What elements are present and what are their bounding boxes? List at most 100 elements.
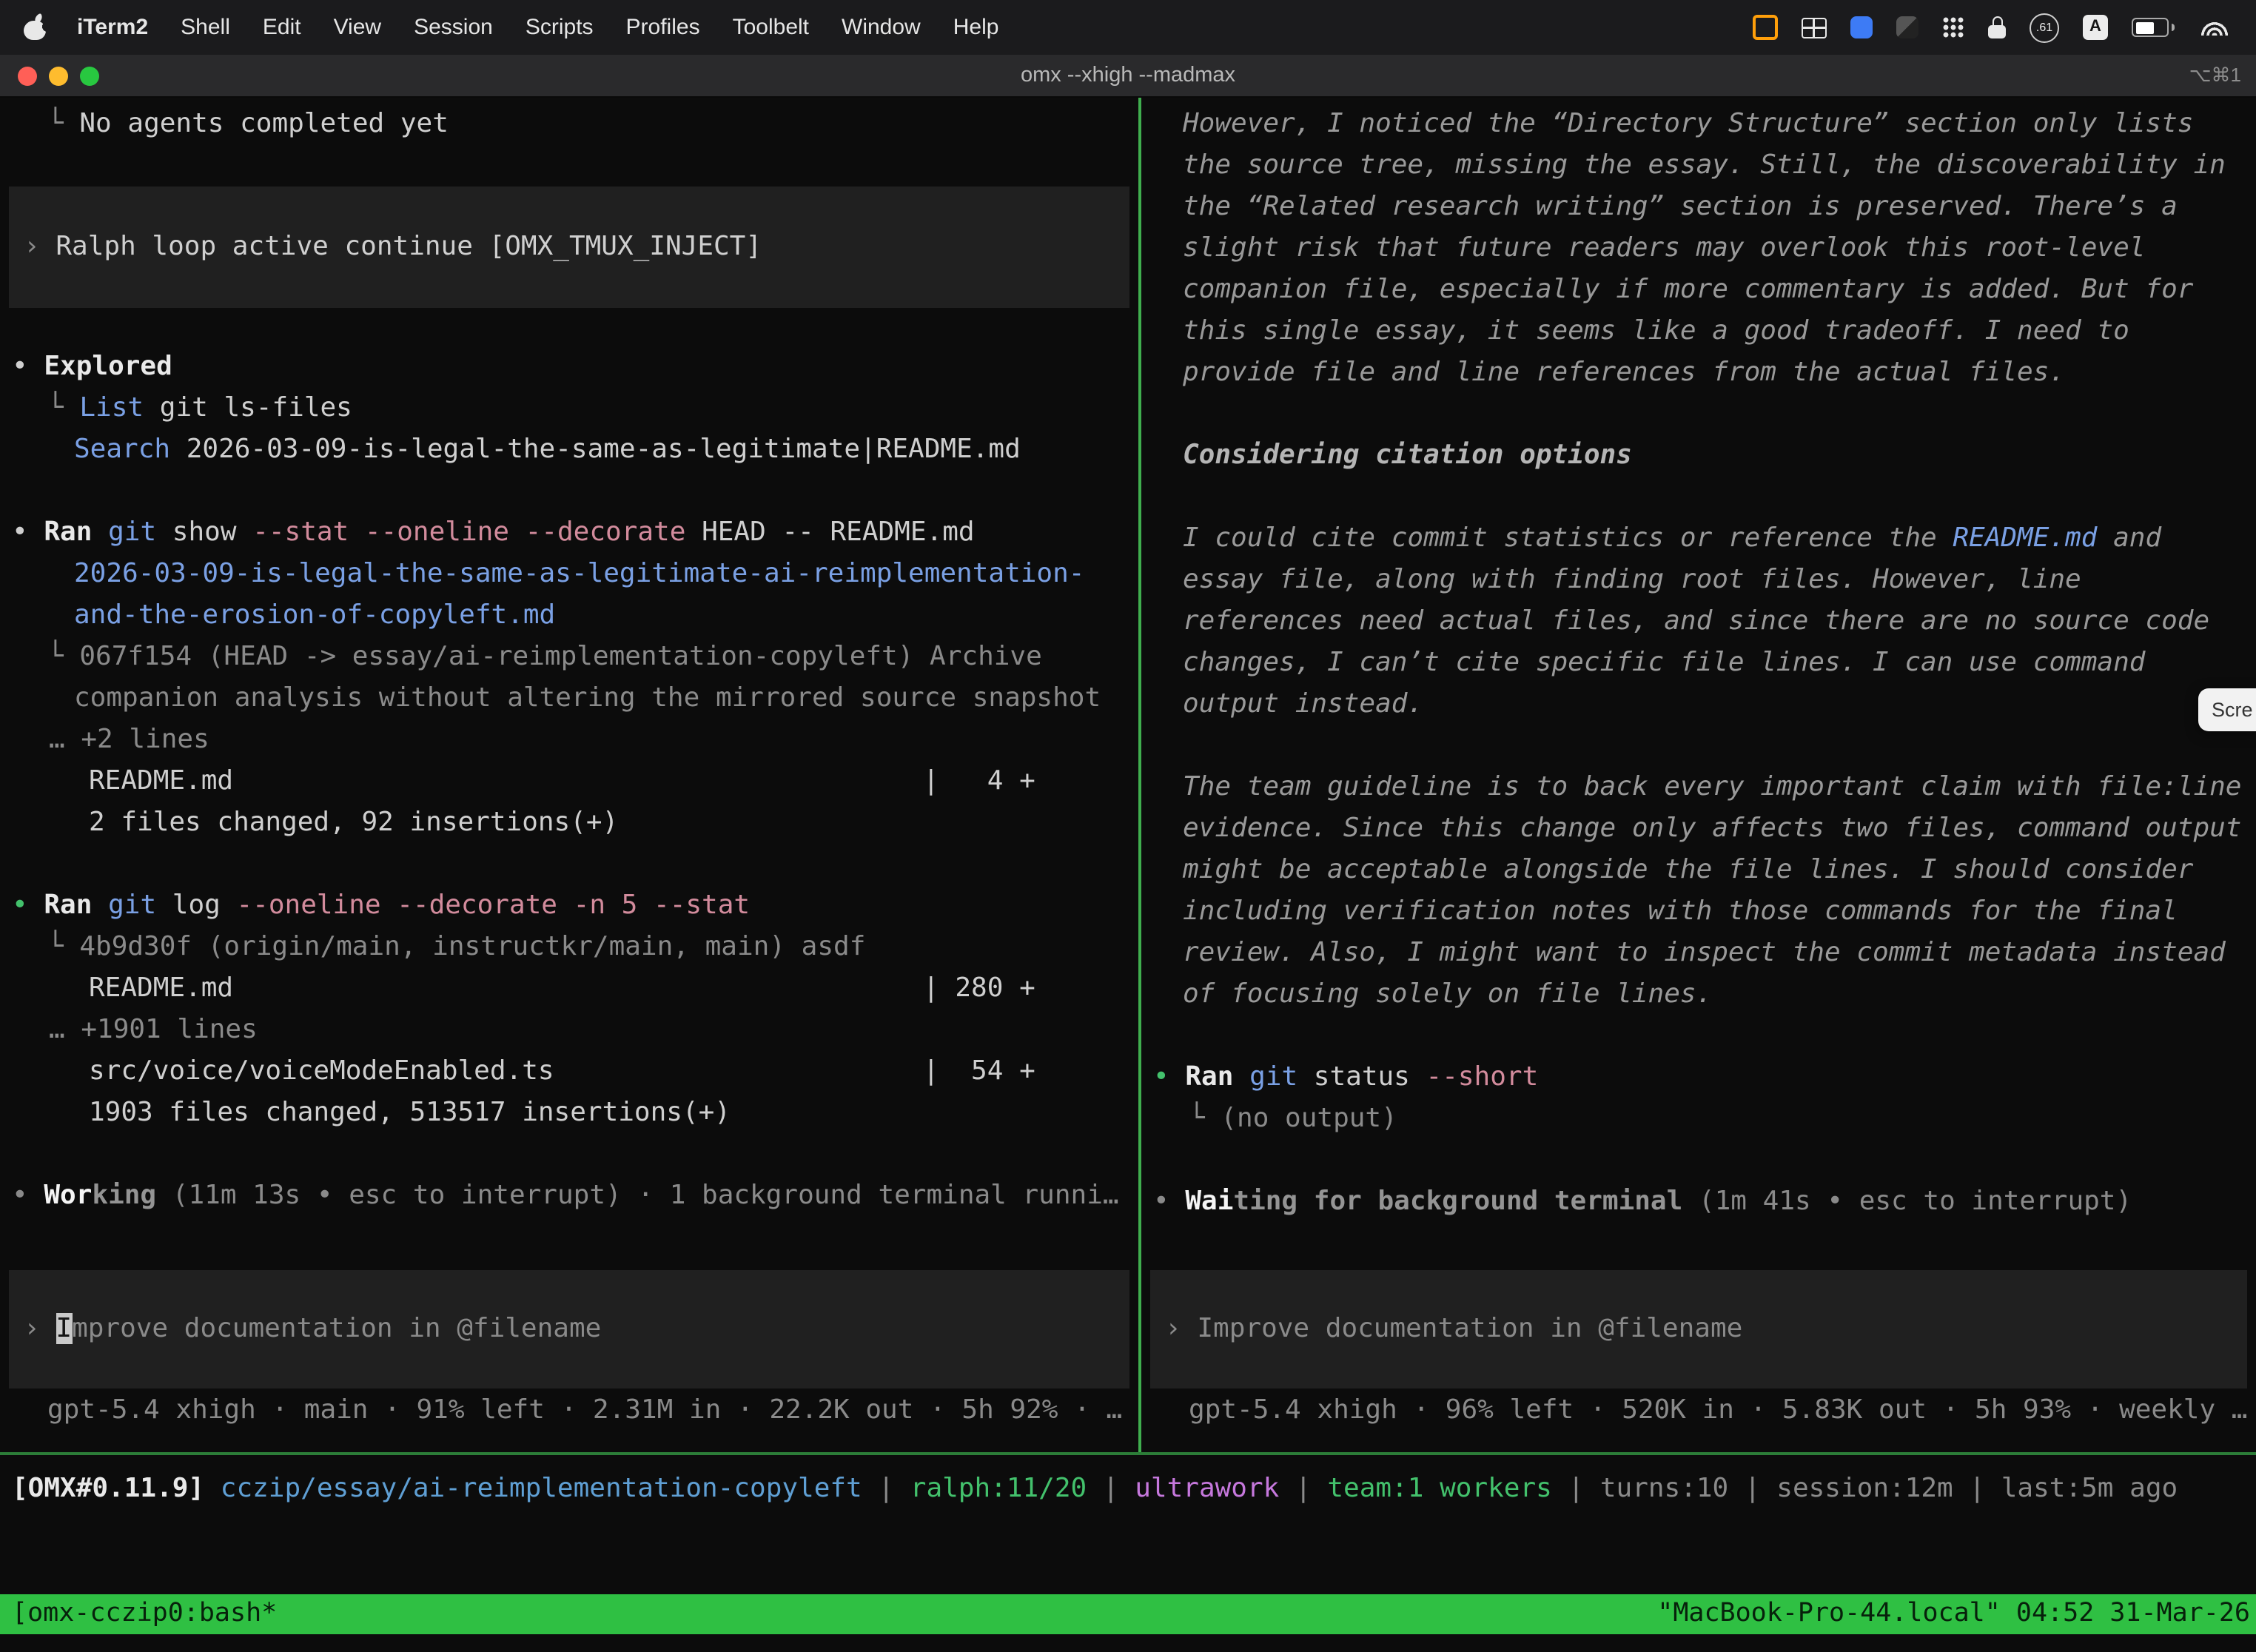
menu-item-view[interactable]: View	[318, 15, 398, 40]
screen-overlay-button[interactable]: Scre	[2198, 688, 2256, 731]
text-segment: (1m 41s • esc to interrupt)	[1682, 1186, 2132, 1217]
tmux-session-label: [omx-cczip0:bash*	[0, 1594, 277, 1634]
text-segment: src/voice/voiceModeEnabled.ts | 54 +	[89, 1055, 1035, 1087]
terminal-line	[1153, 725, 2256, 767]
text-segment: 2026-03-09-is-legal-the-same-as-legitima…	[170, 434, 1021, 465]
raycast-icon[interactable]	[1850, 16, 1873, 38]
text-segment: and	[2097, 523, 2161, 554]
working-status: • Working (11m 13s • esc to interrupt) ·…	[12, 1175, 1138, 1217]
menu-item-scripts[interactable]: Scripts	[509, 15, 610, 40]
menu-status-icons: .61 A	[1741, 13, 2241, 42]
text-segment: essay file, along with finding root file…	[1183, 564, 2081, 595]
terminal-line: this single essay, it seems like a good …	[1153, 311, 2256, 352]
minimize-button[interactable]	[49, 67, 68, 86]
wifi-icon[interactable]	[2200, 19, 2229, 36]
apple-icon[interactable]	[24, 15, 47, 40]
left-terminal-pane[interactable]: └ No agents completed yet › Ralph loop ac…	[0, 98, 1138, 1452]
text-segment: └	[47, 392, 79, 423]
apps-grid-icon[interactable]	[1942, 16, 1964, 38]
terminal-line: companion analysis without altering the …	[12, 678, 1138, 719]
text-segment: changes, I can’t cite specific file line…	[1183, 647, 2145, 678]
terminal-line: src/voice/voiceModeEnabled.ts | 54 +	[12, 1051, 1138, 1092]
terminal-line	[1153, 394, 2256, 435]
terminal-line: might be acceptable alongside the file l…	[1153, 850, 2256, 891]
terminal-line: companion file, especially if more comme…	[1153, 269, 2256, 311]
terminal-line	[1153, 477, 2256, 518]
input-source-icon[interactable]: A	[2083, 15, 2108, 40]
terminal-line: and-the-erosion-of-copyleft.md	[12, 595, 1138, 637]
text-segment: 2 files changed, 92 insertions(+)	[89, 807, 618, 838]
menu-item-edit[interactable]: Edit	[246, 15, 318, 40]
text-segment: this single essay, it seems like a good …	[1183, 315, 2129, 346]
text-segment: •	[12, 1180, 44, 1211]
terminal-line: • Ran git show --stat --oneline --decora…	[12, 512, 1138, 554]
text-segment: mprove documentation in @filename	[72, 1313, 601, 1344]
shortcuts-icon[interactable]	[1896, 16, 1918, 38]
text-segment: Wor	[44, 1180, 92, 1211]
menu-item-shell[interactable]: Shell	[164, 15, 246, 40]
text-segment: ›	[24, 1313, 56, 1344]
text-segment: the “Related research writing” section i…	[1183, 191, 2178, 222]
text-segment: git ls-files	[144, 392, 352, 423]
text-segment: •	[1153, 1186, 1185, 1217]
ralph-loop-banner[interactable]: › Ralph loop active continue [OMX_TMUX_I…	[9, 187, 1129, 308]
window-title-bar[interactable]: omx --xhigh --madmax ⌥⌘1	[0, 55, 2256, 98]
terminal-line: output instead.	[1153, 684, 2256, 725]
menu-item-window[interactable]: Window	[825, 15, 937, 40]
text-segment: ultrawork	[1135, 1473, 1279, 1504]
text-segment: 2026-03-09-is-legal-the-same-as-legitima…	[74, 558, 1084, 589]
terminal-line: └ 067f154 (HEAD -> essay/ai-reimplementa…	[12, 637, 1138, 678]
menu-items: iTerm2ShellEditViewSessionScriptsProfile…	[61, 15, 1015, 40]
lock-icon[interactable]	[1988, 16, 2006, 38]
session-status-line: gpt-5.4 xhigh · 96% left · 520K in · 5.8…	[1153, 1390, 2256, 1431]
terminal-line: review. Also, I might want to inspect th…	[1153, 933, 2256, 974]
text-segment: --short	[1426, 1061, 1539, 1092]
battery-icon[interactable]	[2132, 18, 2169, 37]
spacer	[12, 1217, 1138, 1270]
menu-item-iterm2[interactable]: iTerm2	[61, 15, 164, 40]
spacer	[1153, 1223, 2256, 1270]
menu-left: iTerm2ShellEditViewSessionScriptsProfile…	[21, 15, 1015, 40]
text-segment: |	[862, 1473, 910, 1504]
prompt-input[interactable]: › Improve documentation in @filename	[9, 1270, 1129, 1389]
terminal-line: provide file and line references from th…	[1153, 352, 2256, 394]
grid-icon[interactable]	[1802, 17, 1827, 38]
text-segment: README.md	[1953, 523, 2097, 554]
text-segment: git	[108, 517, 156, 548]
text-segment: the source tree, missing the essay. Stil…	[1183, 150, 2226, 181]
text-segment: review. Also, I might want to inspect th…	[1183, 937, 2226, 968]
terminal-line: essay file, along with finding root file…	[1153, 560, 2256, 601]
zoom-button[interactable]	[80, 67, 99, 86]
menu-item-help[interactable]: Help	[937, 15, 1015, 40]
text-segment: git	[108, 890, 156, 921]
text-segment: team:1 workers	[1327, 1473, 1551, 1504]
reasoning-heading: Considering citation options	[1153, 435, 2256, 477]
text-segment: evidence. Since this change only affects…	[1183, 813, 2242, 844]
terminal-line	[1153, 1140, 2256, 1181]
menu-item-profiles[interactable]: Profiles	[610, 15, 716, 40]
text-segment	[1233, 1061, 1249, 1092]
text-segment: Ralph loop active continue [OMX_TMUX_INJ…	[56, 231, 762, 262]
text-segment: … +2 lines	[49, 724, 209, 755]
text-segment: Search	[74, 434, 170, 465]
text-segment: No agents completed yet	[79, 108, 449, 139]
screen-recording-icon[interactable]	[1753, 15, 1778, 40]
terminal-line	[12, 471, 1138, 512]
text-segment: However, I noticed the “Directory Struct…	[1183, 108, 2193, 139]
menu-item-session[interactable]: Session	[397, 15, 509, 40]
text-segment: log	[156, 890, 236, 921]
prompt-input[interactable]: › Improve documentation in @filename	[1150, 1270, 2247, 1389]
waiting-status: • Waiting for background terminal (1m 41…	[1153, 1181, 2256, 1223]
menu-item-toolbelt[interactable]: Toolbelt	[716, 15, 825, 40]
close-button[interactable]	[18, 67, 37, 86]
terminal-line: The team guideline is to back every impo…	[1153, 767, 2256, 808]
right-terminal-pane[interactable]: However, I noticed the “Directory Struct…	[1141, 98, 2256, 1452]
text-segment: ›	[24, 231, 56, 262]
text-segment: companion file, especially if more comme…	[1183, 274, 2193, 305]
terminal-line: └ List git ls-files	[12, 388, 1138, 429]
text-segment: └ 067f154 (HEAD -> essay/ai-reimplementa…	[47, 641, 1042, 672]
omx-status-line: [OMX#0.11.9] cczip/essay/ai-reimplementa…	[12, 1468, 2256, 1510]
gauge-icon[interactable]: .61	[2030, 13, 2059, 42]
macos-menu-bar: iTerm2ShellEditViewSessionScriptsProfile…	[0, 0, 2256, 55]
text-segment: gpt-5.4 xhigh · main · 91% left · 2.31M …	[47, 1394, 1122, 1426]
